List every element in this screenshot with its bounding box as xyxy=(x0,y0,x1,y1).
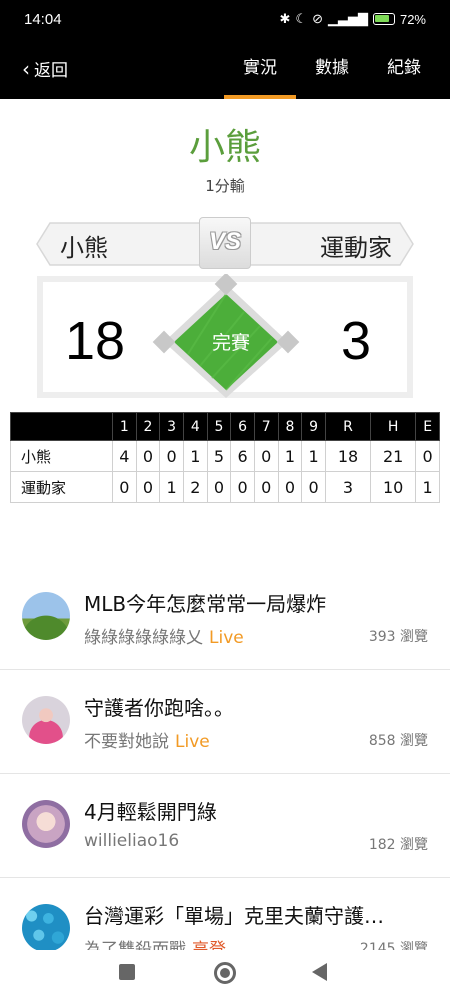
score-cell: 1 xyxy=(182,440,208,472)
header-cell: 7 xyxy=(253,412,279,441)
discussion-feed: MLB今年怎麼常常一局爆炸 綠綠綠綠綠綠乂 Live 393 瀏覽 守護者你跑啥。… xyxy=(0,566,450,956)
score-cell: 1 xyxy=(159,471,184,503)
header-cell: H xyxy=(370,412,417,441)
header-cell: 8 xyxy=(277,412,303,441)
status-time: 14:04 xyxy=(24,11,62,28)
score-cell: 0 xyxy=(112,471,137,503)
score-cell: 0 xyxy=(135,471,161,503)
away-team-name[interactable]: 運動家 xyxy=(320,228,392,263)
score-box: 18 完賽 3 xyxy=(37,274,413,398)
status-bar: 14:04 ✱ ☾ ⊘ ▁▃▅▇ 72% xyxy=(0,0,450,40)
home-team-name[interactable]: 小熊 xyxy=(60,228,108,263)
header-cell xyxy=(10,412,113,441)
header-cell: R xyxy=(324,412,372,441)
line-score-table: 1 2 3 4 5 6 7 8 9 R H E 小熊 4 0 0 1 5 6 0… xyxy=(10,412,440,503)
line-score-header: 1 2 3 4 5 6 7 8 9 R H E xyxy=(10,412,440,441)
list-item[interactable]: MLB今年怎麼常常一局爆炸 綠綠綠綠綠綠乂 Live 393 瀏覽 xyxy=(0,566,450,670)
view-count: 182 瀏覽 xyxy=(368,837,428,853)
signal-icon: ▁▃▅▇ xyxy=(327,11,368,26)
team-cell: 小熊 xyxy=(10,440,113,472)
tab-bar: 實況 數據 紀錄 xyxy=(224,40,440,99)
post-author: 不要對她說 Live xyxy=(84,727,210,752)
battery-percent: 72% xyxy=(399,11,426,27)
tab-live[interactable]: 實況 xyxy=(224,40,296,99)
header-cell: 6 xyxy=(230,412,255,441)
score-cell: 0 xyxy=(230,471,255,503)
header-cell: 2 xyxy=(135,412,161,441)
view-count: 858 瀏覽 xyxy=(368,733,428,749)
margin-text: 1分輸 xyxy=(205,177,245,195)
tab-stats[interactable]: 數據 xyxy=(296,40,368,99)
post-title[interactable]: 守護者你跑啥。。 xyxy=(84,692,234,721)
score-cell: 5 xyxy=(206,440,232,472)
mute-icon: ⊘ xyxy=(312,11,323,26)
score-cell: 0 xyxy=(206,471,232,503)
recents-icon[interactable] xyxy=(119,964,135,980)
score-cell: 3 xyxy=(324,471,372,503)
table-row: 小熊 4 0 0 1 5 6 0 1 1 18 21 0 xyxy=(10,440,440,472)
header-cell: 1 xyxy=(112,412,137,441)
game-status: 完賽 xyxy=(211,332,250,354)
home-score: 18 xyxy=(65,311,126,371)
back-button[interactable]: ‹ 返回 xyxy=(22,56,68,82)
view-count: 393 瀏覽 xyxy=(368,629,428,645)
score-cell: 2 xyxy=(182,471,208,503)
header-cell: E xyxy=(415,412,440,441)
score-cell: 21 xyxy=(370,440,417,472)
system-nav-bar xyxy=(0,950,450,1000)
live-badge: Live xyxy=(175,732,210,752)
home-icon[interactable] xyxy=(214,962,236,984)
score-cell: 10 xyxy=(370,471,417,503)
header-cell: 3 xyxy=(159,412,184,441)
post-author: 綠綠綠綠綠綠乂 Live xyxy=(84,623,244,648)
score-cell: 0 xyxy=(135,440,161,472)
avatar[interactable] xyxy=(22,696,70,744)
score-cell: 6 xyxy=(230,440,255,472)
avatar[interactable] xyxy=(22,800,70,848)
tab-records[interactable]: 紀錄 xyxy=(368,40,440,99)
list-item[interactable]: 4月輕鬆開門綠 willieliao16 182 瀏覽 xyxy=(0,774,450,878)
score-cell: 1 xyxy=(415,471,440,503)
post-author: willieliao16 xyxy=(84,831,179,851)
header-cell: 5 xyxy=(206,412,232,441)
avatar[interactable] xyxy=(22,592,70,640)
header-cell: 9 xyxy=(301,412,326,441)
battery-icon xyxy=(372,13,395,25)
score-cell: 1 xyxy=(301,440,326,472)
score-cell: 0 xyxy=(415,440,440,472)
winner-title: 小熊 xyxy=(188,127,261,168)
list-item[interactable]: 守護者你跑啥。。 不要對她說 Live 858 瀏覽 xyxy=(0,670,450,774)
author-name[interactable]: willieliao16 xyxy=(84,831,179,851)
score-cell: 0 xyxy=(159,440,184,472)
post-title[interactable]: 台灣運彩「單場」克里夫蘭守護… xyxy=(84,900,384,929)
score-cell: 0 xyxy=(253,440,279,472)
back-triangle-icon[interactable] xyxy=(312,963,327,981)
score-cell: 0 xyxy=(253,471,279,503)
score-cell: 4 xyxy=(112,440,137,472)
author-name[interactable]: 不要對她說 xyxy=(84,732,169,752)
status-icons: ✱ ☾ ⊘ ▁▃▅▇ 72% xyxy=(280,11,427,27)
vs-label: VS xyxy=(208,228,241,255)
moon-icon: ☾ xyxy=(295,11,308,26)
live-badge: Live xyxy=(209,628,244,648)
score-cell: 1 xyxy=(277,440,303,472)
avatar[interactable] xyxy=(22,904,70,952)
away-score: 3 xyxy=(340,311,371,371)
team-cell: 運動家 xyxy=(10,471,113,503)
matchup-band: 小熊 VS 運動家 xyxy=(36,217,414,269)
author-name[interactable]: 綠綠綠綠綠綠乂 xyxy=(84,628,203,648)
list-item[interactable]: 台灣運彩「單場」克里夫蘭守護… 為了雙殺而戰 高登 2145 瀏覽 xyxy=(0,878,450,956)
top-nav-bar: ‹ 返回 實況 數據 紀錄 xyxy=(0,40,450,99)
score-cell: 0 xyxy=(277,471,303,503)
post-title[interactable]: MLB今年怎麼常常一局爆炸 xyxy=(84,588,326,617)
header-cell: 4 xyxy=(182,412,208,441)
vs-badge: VS xyxy=(199,217,251,269)
table-row: 運動家 0 0 1 2 0 0 0 0 0 3 10 1 xyxy=(10,471,440,503)
bluetooth-icon: ✱ xyxy=(279,11,291,26)
score-cell: 0 xyxy=(301,471,326,503)
post-title[interactable]: 4月輕鬆開門綠 xyxy=(84,796,217,825)
score-cell: 18 xyxy=(324,440,372,472)
back-label: 返回 xyxy=(34,61,68,81)
chevron-left-icon: ‹ xyxy=(22,56,30,81)
